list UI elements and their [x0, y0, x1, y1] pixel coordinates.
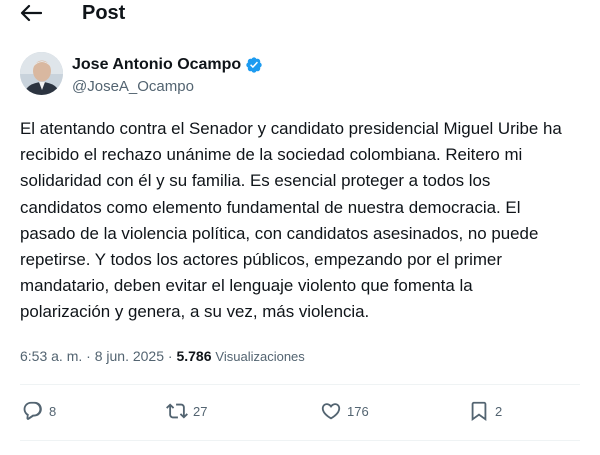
tweet-date[interactable]: 8 jun. 2025	[95, 348, 164, 364]
bookmark-button[interactable]: 2	[468, 398, 502, 424]
tweet-line: solidaridad con él y su familia. Es esen…	[20, 171, 491, 191]
meta-separator: ·	[164, 348, 177, 364]
heart-icon	[321, 403, 341, 420]
views-count: 5.786	[176, 348, 212, 364]
bookmark-count: 2	[495, 403, 503, 419]
author-block: Jose Antonio Ocampo @JoseA_Ocampo	[20, 52, 580, 98]
top-bar: Post	[0, 0, 600, 26]
tweet-time[interactable]: 6:53 a. m.	[20, 348, 82, 364]
tweet-line: pasado de la violencia política, con can…	[20, 223, 539, 243]
page-title: Post	[82, 2, 126, 24]
verified-badge-icon	[245, 56, 263, 74]
divider	[20, 440, 580, 441]
author-handle[interactable]: @JoseA_Ocampo	[72, 78, 194, 96]
avatar[interactable]	[20, 52, 63, 95]
like-button[interactable]: 176	[320, 398, 369, 424]
tweet-line: recibido el rechazo unánime de la socied…	[20, 145, 523, 165]
back-arrow-icon[interactable]	[20, 2, 44, 24]
tweet-line: candidatos como elemento fundamental de …	[20, 197, 521, 217]
tweet-line: mandatario, deben evitar el lenguaje vio…	[20, 276, 473, 296]
reply-icon	[23, 401, 42, 420]
repost-icon	[166, 403, 188, 419]
tweet-line: polarización y genera, a su vez, más vio…	[20, 302, 370, 322]
reply-button[interactable]: 8	[22, 398, 56, 424]
tweet-metadata: 6:53 a. m. · 8 jun. 2025 · 5.786 Visuali…	[20, 347, 305, 366]
repost-count: 27	[193, 403, 208, 419]
tweet-line: repetirse. Y todos los actores públicos,…	[20, 250, 502, 270]
meta-separator: ·	[82, 348, 95, 364]
bookmark-icon	[471, 401, 487, 422]
tweet-line: El atentando contra el Senador y candida…	[20, 119, 562, 138]
tweet-text: El atentando contra el Senador y candida…	[20, 116, 600, 326]
reply-count: 8	[49, 403, 57, 419]
divider	[20, 384, 580, 385]
action-bar: 8 27 176 2	[20, 398, 580, 424]
author-name[interactable]: Jose Antonio Ocampo	[72, 55, 241, 75]
repost-button[interactable]: 27	[166, 398, 207, 424]
views-label: Visualizaciones	[215, 349, 305, 364]
like-count: 176	[347, 403, 369, 419]
